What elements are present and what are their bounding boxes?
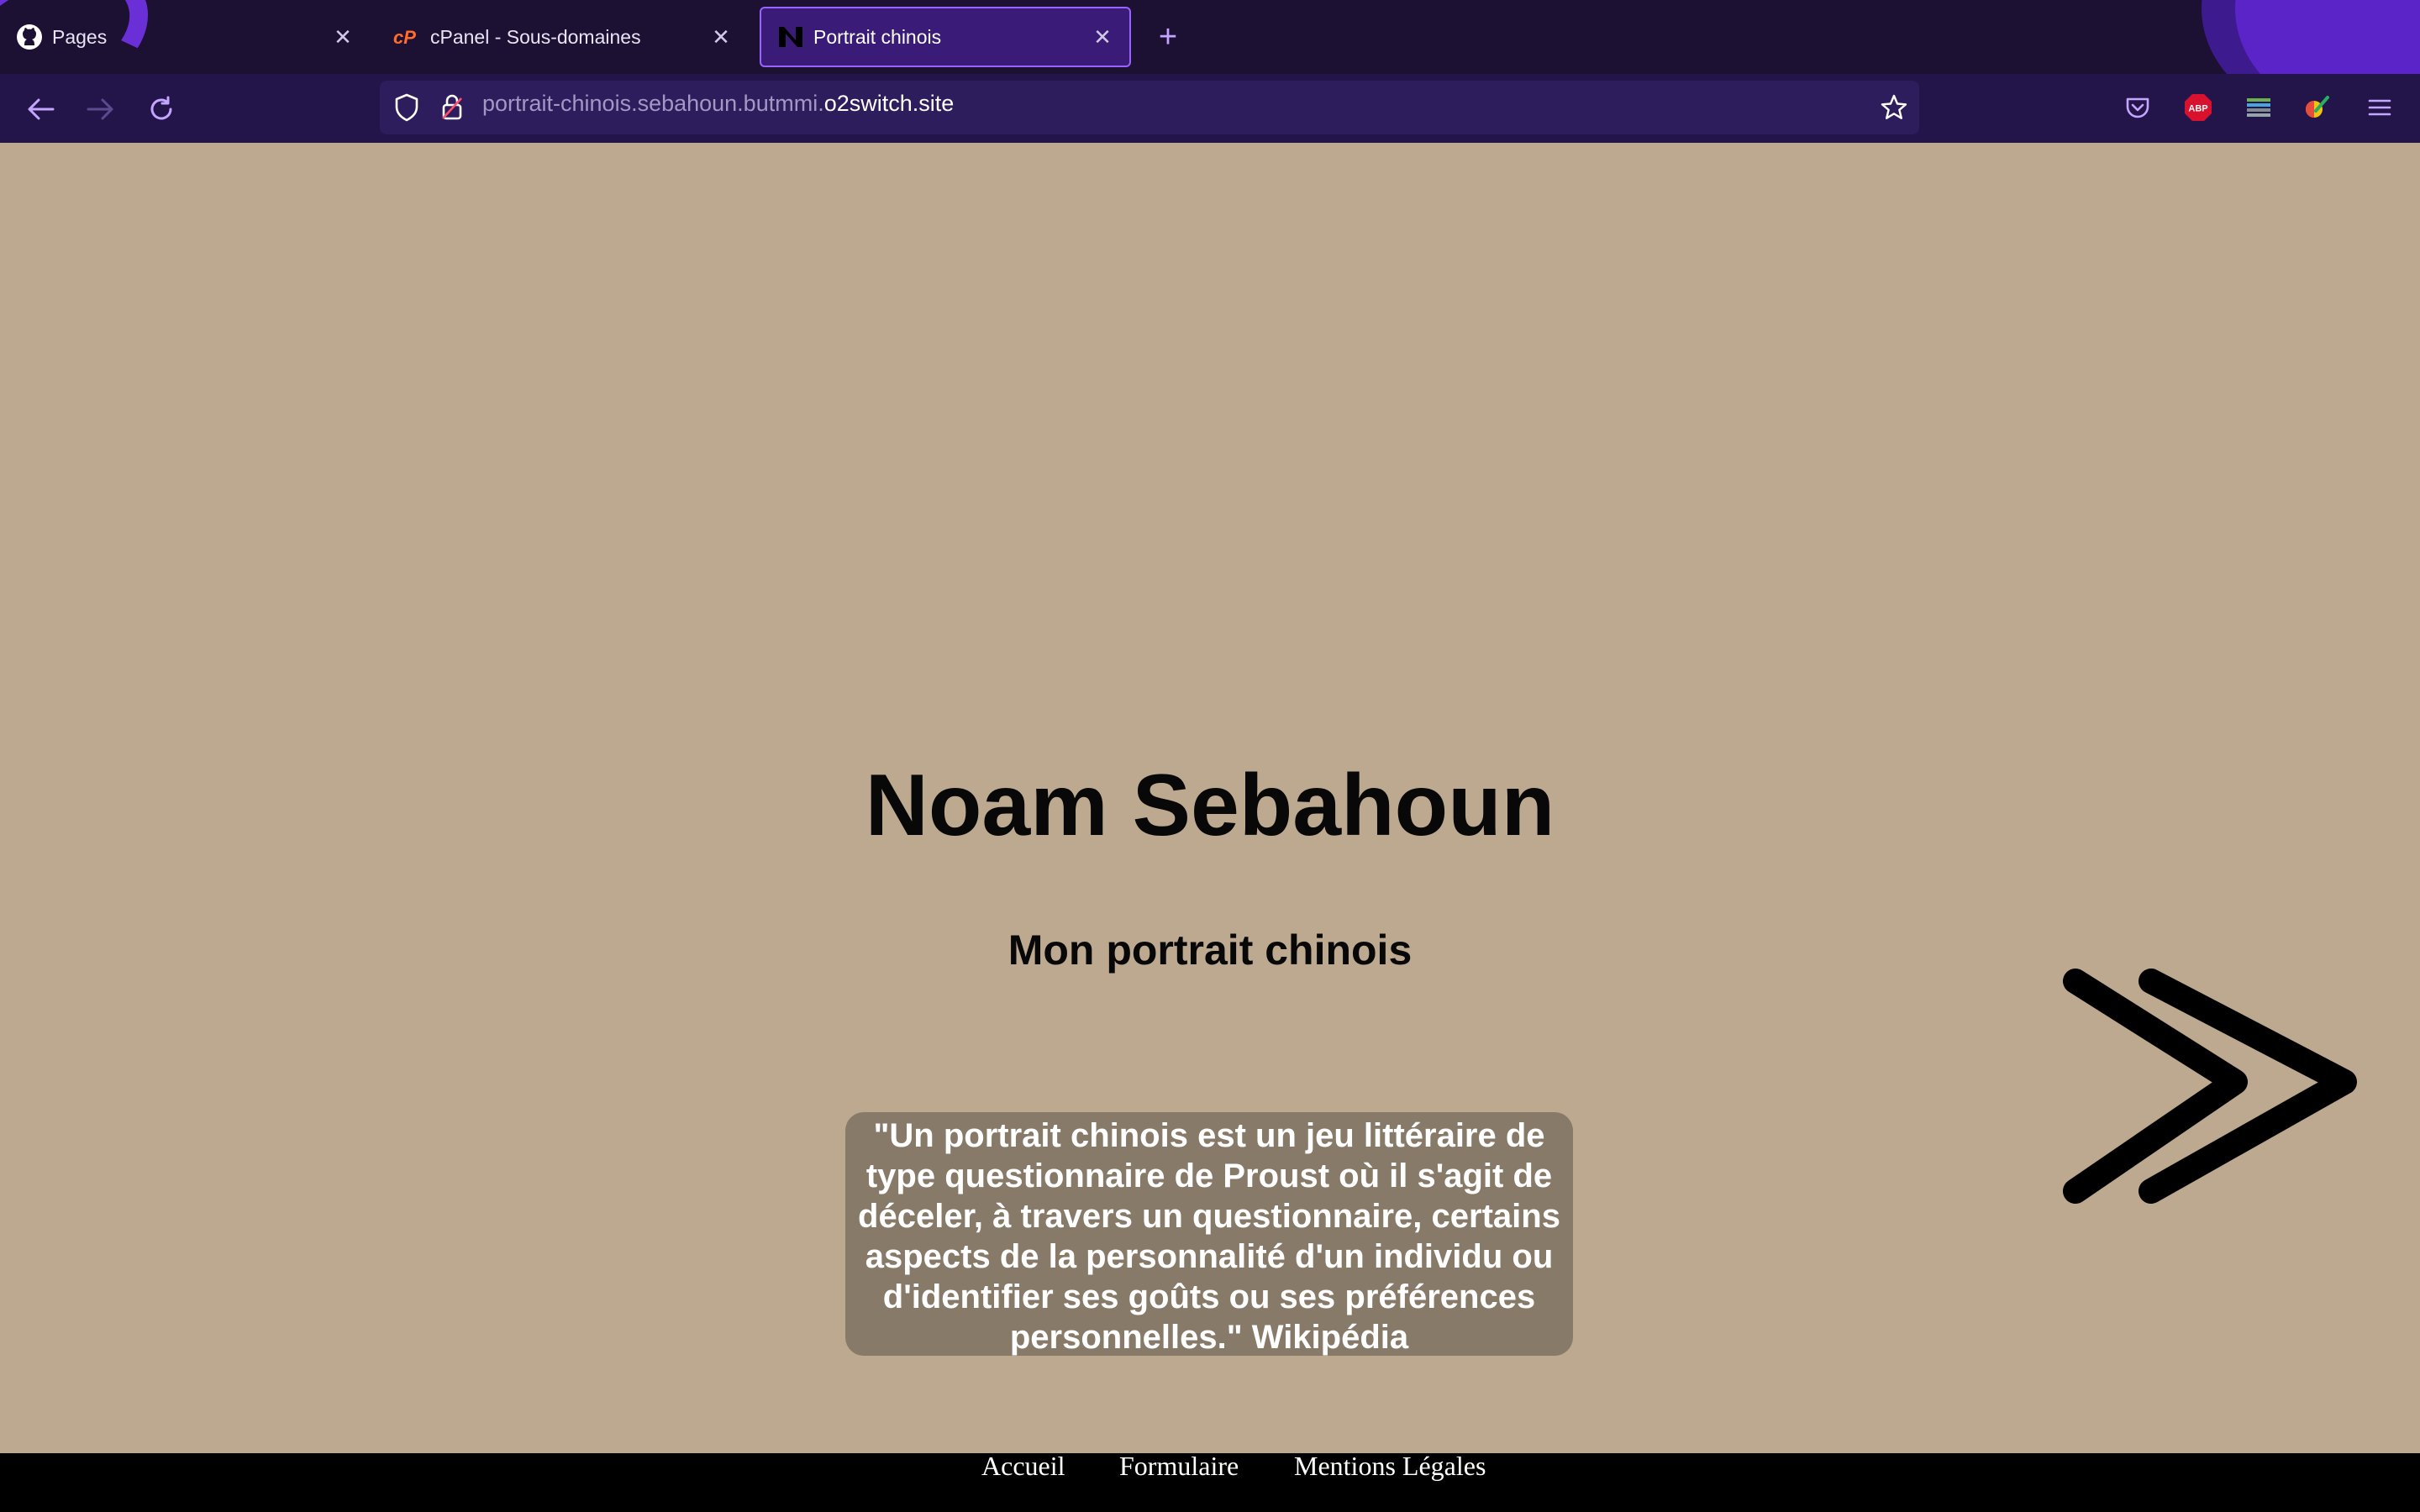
theme-decoration	[2235, 0, 2420, 74]
close-tab-icon[interactable]: ✕	[706, 22, 736, 52]
quote-line: déceler, à travers un questionnaire, cer…	[858, 1198, 1560, 1235]
quote-line: personnelles." Wikipédia	[1009, 1319, 1409, 1356]
new-tab-button[interactable]: +	[1150, 17, 1186, 57]
quote-line: d'identifier ses goûts ou ses préférence…	[882, 1278, 1536, 1315]
lock-warning-icon[interactable]	[437, 92, 467, 123]
bookmark-star-icon[interactable]	[1879, 92, 1909, 123]
forward-icon[interactable]	[82, 91, 119, 128]
footer-link-mentions-legales[interactable]: Mentions Légales	[1294, 1451, 1486, 1482]
menu-icon[interactable]	[2363, 91, 2396, 124]
reload-icon[interactable]	[143, 91, 180, 128]
quote-line: type questionnaire de Proust où il s'agi…	[865, 1158, 1553, 1194]
quote-box: "Un portrait chinois est un jeu littérai…	[845, 1112, 1573, 1356]
color-picker-icon[interactable]	[2301, 91, 2334, 124]
page-subtitle: Mon portrait chinois	[1007, 927, 1413, 974]
svg-text:cP: cP	[393, 27, 416, 47]
url-prefix: portrait-chinois.sebahoun.butmmi.	[482, 91, 824, 116]
url-text[interactable]: portrait-chinois.sebahoun.butmmi.o2switc…	[482, 91, 954, 117]
tab-portrait-chinois[interactable]: Portrait chinois ✕	[760, 7, 1131, 67]
tab-label: Portrait chinois	[813, 25, 942, 48]
footer-link-formulaire[interactable]: Formulaire	[1119, 1451, 1239, 1482]
tab-label: cPanel - Sous-domaines	[430, 25, 641, 48]
next-page-arrow-icon[interactable]	[2059, 964, 2370, 1216]
close-tab-icon[interactable]: ✕	[1087, 22, 1118, 52]
cpanel-icon: cP	[393, 23, 422, 51]
tracking-protection-shield-icon[interactable]	[392, 92, 422, 123]
footer-link-accueil[interactable]: Accueil	[981, 1451, 1065, 1482]
close-tab-icon[interactable]: ✕	[328, 22, 358, 52]
adblock-label: ABP	[2188, 104, 2207, 114]
page-content: Noam Sebahoun Mon portrait chinois "Un p…	[0, 143, 2420, 1453]
url-domain: o2switch.site	[823, 91, 955, 116]
tab-label: Pages	[52, 25, 108, 48]
pocket-icon[interactable]	[2121, 91, 2154, 124]
back-icon[interactable]	[22, 91, 59, 128]
quote-line: aspects de la personnalité d'un individu…	[865, 1238, 1554, 1275]
extension-icon[interactable]	[2242, 91, 2275, 124]
page-title: Noam Sebahoun	[865, 757, 1555, 854]
github-icon	[15, 23, 44, 51]
tab-cpanel[interactable]: cP cPanel - Sous-domaines ✕	[378, 7, 748, 67]
site-favicon-icon	[776, 23, 805, 51]
tab-pages[interactable]: Pages ✕	[0, 7, 370, 67]
tab-strip: Pages ✕ cP cPanel - Sous-domaines ✕ Port…	[0, 0, 2420, 74]
adblock-plus-icon[interactable]: ABP	[2181, 91, 2215, 124]
quote-line: "Un portrait chinois est un jeu littérai…	[873, 1117, 1545, 1154]
